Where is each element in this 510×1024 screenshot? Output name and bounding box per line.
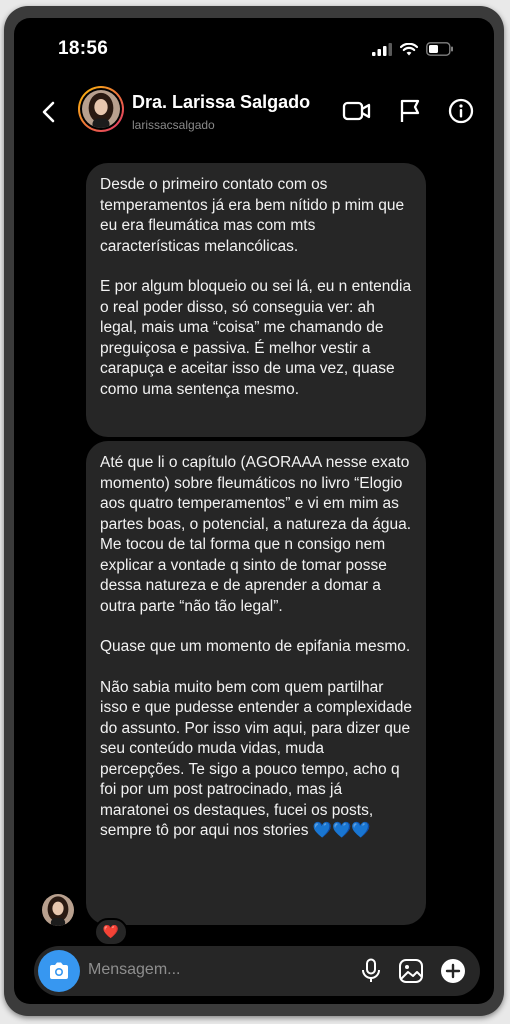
sender-avatar[interactable]	[42, 894, 74, 926]
back-arrow-icon[interactable]	[38, 100, 62, 124]
message-bubble[interactable]: Desde o primeiro contato com os temperam…	[86, 163, 426, 437]
composer-actions	[360, 958, 466, 984]
flag-icon[interactable]	[398, 98, 422, 124]
profile-avatar[interactable]	[78, 86, 124, 132]
signal-icon	[372, 42, 392, 56]
message-paragraph: Desde o primeiro contato com os temperam…	[100, 176, 405, 255]
camera-button[interactable]	[38, 950, 80, 992]
avatar-photo-icon	[82, 90, 120, 128]
message-paragraph: Até que li o capítulo (AGORAAA nesse exa…	[100, 454, 412, 615]
video-call-icon[interactable]	[342, 99, 372, 123]
message-paragraph: E por algum bloqueio ou sei lá, eu n ent…	[100, 278, 412, 398]
message-bubble[interactable]: Até que li o capítulo (AGORAAA nesse exa…	[86, 441, 426, 925]
contact-username[interactable]: larissacsalgado	[132, 118, 215, 132]
camera-icon	[50, 962, 68, 979]
battery-icon	[426, 42, 453, 56]
phone-frame: 18:56 Dra. Larissa Salgado larissacsalga…	[4, 6, 504, 1016]
avatar-photo-icon	[42, 894, 74, 926]
message-composer: Mensagem...	[34, 946, 480, 996]
heart-icon: ❤️	[102, 924, 120, 939]
message-paragraph: Não sabia muito bem com quem partilhar i…	[100, 678, 412, 840]
gallery-icon[interactable]	[398, 958, 424, 984]
microphone-icon[interactable]	[360, 958, 382, 984]
plus-icon[interactable]	[440, 958, 466, 984]
chat-header: Dra. Larissa Salgado larissacsalgado	[14, 78, 494, 148]
heart-reaction[interactable]: ❤️	[94, 918, 128, 946]
message-input[interactable]: Mensagem...	[88, 961, 180, 979]
status-time: 18:56	[58, 38, 109, 59]
contact-name[interactable]: Dra. Larissa Salgado	[132, 92, 310, 113]
info-icon[interactable]	[448, 98, 474, 124]
message-paragraph: Quase que um momento de epifania mesmo.	[100, 638, 411, 655]
status-icons	[372, 42, 454, 56]
status-bar: 18:56	[14, 18, 494, 74]
header-actions	[342, 98, 474, 124]
dm-screen: 18:56 Dra. Larissa Salgado larissacsalga…	[14, 18, 494, 1004]
wifi-icon	[400, 42, 418, 55]
